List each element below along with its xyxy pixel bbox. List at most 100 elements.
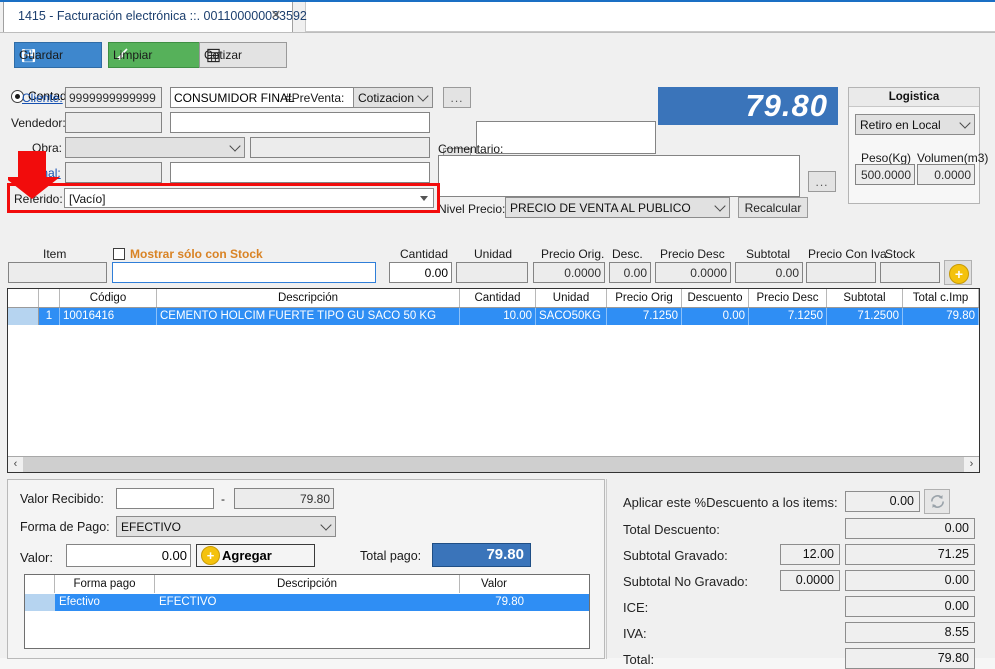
scrollbar-thumb[interactable] — [23, 457, 964, 472]
received-total-field[interactable]: 79.80 — [234, 488, 334, 509]
tab-strip: 1415 - Facturación electrónica ::. 00110… — [0, 0, 995, 32]
preventa-label: #PreVenta: — [285, 91, 344, 105]
weight-field[interactable]: 500.0000 — [855, 164, 915, 185]
subtotal-gravado-label: Subtotal Gravado: — [623, 548, 728, 563]
grid-col-descripcion[interactable]: Descripción — [157, 289, 460, 307]
grid-col-total-cimp[interactable]: Total c.Imp — [903, 289, 979, 307]
close-icon[interactable]: ✕ — [269, 8, 283, 22]
payments-col-descripcion[interactable]: Descripción — [155, 575, 460, 593]
payment-method-select[interactable]: EFECTIVO — [116, 516, 336, 537]
save-button[interactable]: Guardar — [14, 42, 102, 68]
plus-icon: + — [949, 264, 969, 284]
checkbox-box — [113, 248, 125, 260]
entry-subtotal-field[interactable]: 0.00 — [735, 262, 803, 283]
entry-precio-con-iva-field[interactable] — [806, 262, 876, 283]
preventa-select[interactable]: Cotizacion — [353, 87, 433, 108]
chevron-right-icon[interactable]: › — [964, 457, 979, 472]
entry-cantidad-field[interactable]: 0.00 — [389, 262, 452, 283]
subtotal-gravado-rate: 12.00 — [780, 544, 840, 565]
client-id-field[interactable]: 9999999999999 — [65, 87, 162, 108]
comment-options-button[interactable]: ... — [808, 171, 836, 192]
discount-apply-field[interactable]: 0.00 — [845, 491, 920, 512]
entry-precio-desc-field[interactable]: 0.0000 — [655, 262, 731, 283]
entry-col-precio-con-iva: Precio Con Iva — [808, 247, 887, 261]
tab-invoice[interactable]: 1415 - Facturación electrónica ::. 00110… — [3, 2, 293, 32]
weight-label: Peso(Kg) — [861, 151, 911, 165]
channel-name-field[interactable] — [170, 162, 430, 183]
vendor-id-field[interactable] — [65, 112, 162, 133]
received-label: Valor Recibido: — [20, 492, 104, 506]
price-level-select-value: PRECIO DE VENTA AL PUBLICO — [510, 201, 691, 215]
vendor-name-field[interactable] — [170, 112, 430, 133]
chevron-down-icon — [420, 196, 428, 201]
entry-desc-field[interactable]: 0.00 — [609, 262, 651, 283]
entry-item-code-field[interactable] — [8, 262, 107, 283]
comment-field[interactable] — [438, 155, 800, 197]
cell-subtotal: 71.2500 — [827, 308, 903, 325]
add-payment-button[interactable]: + Agregar — [196, 544, 315, 567]
application-window: 1415 - Facturación electrónica ::. 00110… — [0, 0, 995, 658]
cell-total-cimp: 79.80 — [903, 308, 979, 325]
quote-button-label: Cotizar — [200, 48, 254, 62]
referred-select[interactable]: [Vacío] — [64, 188, 434, 208]
work-extra-field[interactable] — [250, 137, 430, 158]
grid-col-precio-desc[interactable]: Precio Desc — [749, 289, 827, 307]
items-grid-hscrollbar[interactable]: ‹ › — [8, 456, 979, 472]
subtotal-no-gravado-label: Subtotal No Gravado: — [623, 574, 748, 589]
grid-col-descuento[interactable]: Descuento — [682, 289, 749, 307]
entry-unidad-field[interactable] — [456, 262, 528, 283]
grid-col-cantidad[interactable]: Cantidad — [460, 289, 536, 307]
grid-col-subtotal[interactable]: Subtotal — [827, 289, 903, 307]
subtotal-gravado-value: 71.25 — [845, 544, 975, 565]
cell-unidad: SACO50KG — [536, 308, 607, 325]
received-field[interactable] — [116, 488, 214, 509]
subtotal-no-gravado-rate: 0.0000 — [780, 570, 840, 591]
toolbar: Guardar Limpiar Cotizar — [0, 33, 995, 69]
payments-col-valor[interactable]: Valor — [460, 575, 528, 593]
clear-button-label: Limpiar — [109, 48, 164, 62]
payments-col-selector[interactable] — [25, 575, 55, 593]
volume-field[interactable]: 0.0000 — [917, 164, 975, 185]
payment-value-label: Valor: — [20, 550, 53, 565]
channel-label[interactable]: Canal: — [26, 166, 61, 180]
chevron-left-icon[interactable]: ‹ — [8, 457, 23, 472]
refresh-icon[interactable] — [924, 489, 950, 514]
grid-col-rownum[interactable] — [39, 289, 60, 307]
list-item[interactable]: Efectivo EFECTIVO 79.80 — [25, 594, 589, 611]
entry-stock-field[interactable] — [880, 262, 940, 283]
payment-value-field[interactable]: 0.00 — [66, 544, 191, 567]
tab-title: 1415 - Facturación electrónica ::. 00110… — [18, 9, 307, 23]
clear-button[interactable]: Limpiar — [108, 42, 202, 68]
channel-id-field[interactable] — [65, 162, 162, 183]
client-label[interactable]: Cliente: — [22, 91, 63, 105]
grid-col-unidad[interactable]: Unidad — [536, 289, 607, 307]
payments-col-forma[interactable]: Forma pago — [55, 575, 155, 593]
work-label: Obra: — [32, 141, 62, 155]
received-separator: - — [221, 492, 225, 506]
entry-description-field[interactable] — [112, 262, 376, 283]
recalculate-button[interactable]: Recalcular — [738, 197, 808, 218]
table-row[interactable]: 1 10016416 CEMENTO HOLCIM FUERTE TIPO GU… — [8, 308, 979, 325]
entry-add-button[interactable]: + — [944, 260, 972, 285]
grid-col-codigo[interactable]: Código — [60, 289, 157, 307]
logistics-mode-select[interactable]: Retiro en Local — [855, 114, 975, 135]
entry-precio-orig-field[interactable]: 0.0000 — [533, 262, 605, 283]
cell-cantidad: 10.00 — [460, 308, 536, 325]
entry-col-subtotal: Subtotal — [746, 247, 790, 261]
show-only-with-stock-checkbox[interactable]: Mostrar sólo con Stock — [113, 247, 263, 261]
show-only-with-stock-label: Mostrar sólo con Stock — [130, 247, 263, 261]
grid-col-precio-orig[interactable]: Precio Orig — [607, 289, 682, 307]
referred-label: Referido: — [14, 192, 63, 206]
quote-button[interactable]: Cotizar — [199, 42, 287, 68]
price-level-select[interactable]: PRECIO DE VENTA AL PUBLICO — [505, 197, 730, 218]
chevron-down-icon — [320, 519, 331, 530]
cell-rownum: 1 — [39, 308, 60, 325]
items-grid-header: Código Descripción Cantidad Unidad Preci… — [8, 289, 979, 308]
grid-col-selector[interactable] — [8, 289, 39, 307]
payment-method-value: EFECTIVO — [121, 520, 181, 534]
items-grid: Código Descripción Cantidad Unidad Preci… — [7, 288, 980, 473]
payment-row-selector[interactable] — [25, 594, 55, 611]
row-selector[interactable] — [8, 308, 39, 325]
work-select[interactable] — [65, 137, 245, 158]
preventa-options-button[interactable]: ... — [443, 87, 471, 108]
